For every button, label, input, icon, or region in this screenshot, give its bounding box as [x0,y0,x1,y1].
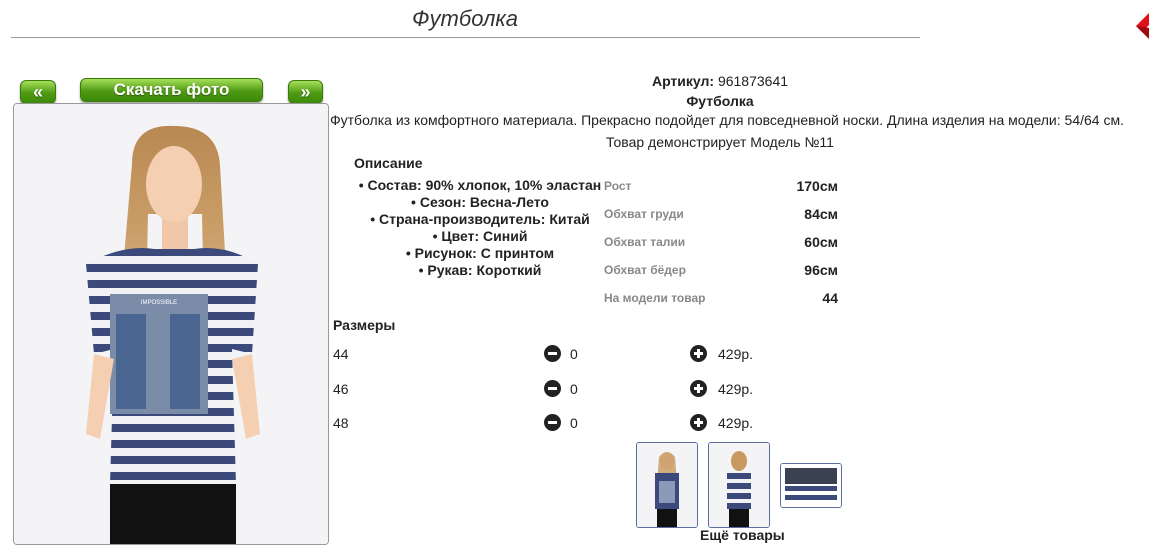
property-item: Страна-производитель: Китай [350,211,610,228]
properties-list: Состав: 90% хлопок, 10% эластан Сезон: В… [350,177,610,279]
next-photo-button[interactable]: » [288,80,323,104]
measurement-value: 170см [796,178,838,194]
measurement-label: Обхват груди [604,207,684,221]
measurement-value: 44 [822,290,838,306]
property-item: Рисунок: С принтом [350,245,610,262]
property-item: Рукав: Короткий [350,262,610,279]
prev-photo-button[interactable]: « [20,80,56,104]
product-name: Футболка [686,93,754,109]
close-icon[interactable] [1136,12,1149,40]
measurement-label: Рост [604,179,632,193]
minus-icon[interactable] [544,380,561,397]
size-label: 44 [333,346,349,362]
sku-value: 961873641 [717,73,789,89]
thumbnail-back[interactable] [708,442,770,528]
measurement-label: Обхват талии [604,235,686,249]
page-title: Футболка [412,6,518,31]
sku-line: Артикул: 961873641 [560,73,880,89]
measurement-value: 96см [804,262,838,278]
minus-icon[interactable] [544,414,561,431]
plus-icon[interactable] [690,345,707,362]
quantity-value: 0 [570,381,578,397]
sku-label: Артикул: [651,73,715,89]
plus-icon[interactable] [690,380,707,397]
title-divider [11,37,920,38]
property-item: Цвет: Синий [350,228,610,245]
measurement-label: Обхват бёдер [604,263,686,277]
more-products-heading: Ещё товары [700,527,785,543]
sizes-heading: Размеры [333,317,396,333]
thumbnail-front[interactable] [636,442,698,528]
thumbnail-print-detail[interactable] [780,463,842,508]
quantity-value: 0 [570,346,578,362]
main-product-photo[interactable]: IMPOSSIBLE [13,103,329,545]
description-heading: Описание [354,155,423,171]
measurement-value: 60см [804,234,838,250]
plus-icon[interactable] [690,414,707,431]
model-demo-note: Товар демонстрирует Модель №11 [606,134,834,150]
quantity-value: 0 [570,415,578,431]
minus-icon[interactable] [544,345,561,362]
price-value: 429р. [718,346,754,362]
measurement-value: 84см [804,206,838,222]
size-label: 46 [333,381,349,397]
download-photo-button[interactable]: Скачать фото [80,78,263,102]
price-value: 429р. [718,381,754,397]
measurement-label: На модели товар [604,291,706,305]
model-photo-image: IMPOSSIBLE [14,104,328,544]
property-item: Сезон: Весна-Лето [350,194,610,211]
size-label: 48 [333,415,349,431]
property-item: Состав: 90% хлопок, 10% эластан [350,177,610,194]
price-value: 429р. [718,415,754,431]
print-text: IMPOSSIBLE [141,300,177,306]
product-description: Футболка из комфортного материала. Прекр… [330,112,1124,128]
